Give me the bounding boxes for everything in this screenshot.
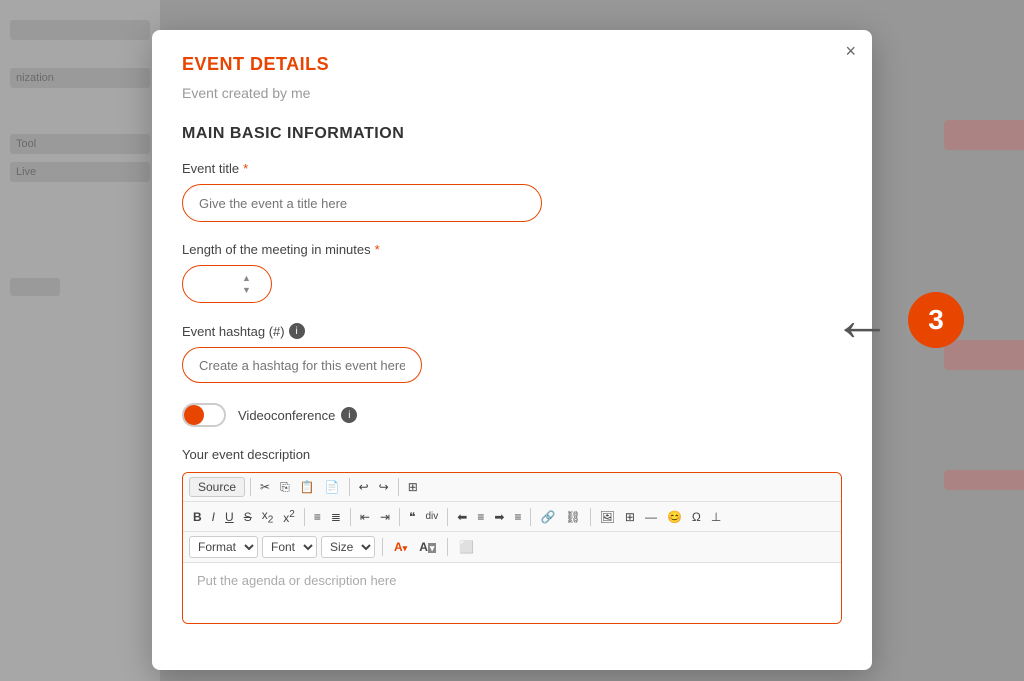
toolbar-divider1 (250, 478, 251, 496)
size-select[interactable]: Size (321, 536, 375, 558)
align-center-button[interactable]: ≡ (473, 508, 488, 526)
toolbar-divider3 (398, 478, 399, 496)
editor-content-area[interactable]: Put the agenda or description here (183, 563, 841, 623)
align-left-button[interactable]: ⬅ (453, 508, 471, 526)
toolbar-divider4 (304, 508, 305, 526)
toolbar-divider11 (447, 538, 448, 556)
undo-button[interactable]: ↩ (355, 478, 373, 496)
modal-close-button[interactable]: × (845, 42, 856, 60)
underline-button[interactable]: U (221, 508, 238, 526)
event-title-required: * (243, 161, 248, 176)
table-button[interactable]: ⊞ (621, 508, 639, 526)
meeting-length-spinner: ▲ ▼ (241, 273, 252, 296)
event-details-modal: × EVENT DETAILS Event created by me MAIN… (152, 30, 872, 670)
copy-button[interactable]: ⎘ (276, 478, 294, 497)
bold-button[interactable]: B (189, 508, 206, 526)
modal-overlay: × EVENT DETAILS Event created by me MAIN… (0, 0, 1024, 681)
description-field-group: Your event description Source ✂ ⎘ 📋 📄 ↩ … (182, 447, 842, 624)
text-color-button[interactable]: A▾ (390, 538, 411, 556)
ordered-list-button[interactable]: ≡ (310, 508, 325, 526)
hashtag-field-group: Event hashtag (#) i (182, 323, 842, 383)
toolbar-row2: B I U S x2 x2 ≡ ≣ ⇤ ⇥ ❝ div ⬅ (183, 502, 841, 532)
toolbar-divider2 (349, 478, 350, 496)
select-all-button[interactable]: ⊞ (404, 478, 422, 496)
rich-text-editor: Source ✂ ⎘ 📋 📄 ↩ ↪ ⊞ B I U (182, 472, 842, 624)
link-button[interactable]: 🔗 (536, 508, 559, 526)
image-button[interactable]: 🖼 (596, 508, 619, 526)
videoconference-toggle[interactable] (182, 403, 226, 427)
format-select[interactable]: Format (189, 536, 258, 558)
event-title-label: Event title * (182, 161, 842, 176)
description-label: Your event description (182, 447, 842, 462)
indent-button[interactable]: ⇥ (376, 508, 394, 526)
source-button[interactable]: Source (189, 477, 245, 497)
unordered-list-button[interactable]: ≣ (327, 508, 345, 526)
editor-placeholder: Put the agenda or description here (197, 573, 396, 588)
unlink-button[interactable]: ⛓ (561, 508, 584, 526)
outdent-button[interactable]: ⇤ (356, 508, 374, 526)
modal-title: EVENT DETAILS (182, 54, 842, 75)
meeting-length-input[interactable] (191, 277, 241, 292)
hashtag-input[interactable] (182, 347, 422, 383)
section-title-main: MAIN BASIC INFORMATION (182, 125, 842, 143)
subscript-button[interactable]: x2 (258, 506, 278, 527)
meeting-length-input-wrapper: ▲ ▼ (182, 265, 272, 303)
italic-button[interactable]: I (208, 508, 219, 526)
toggle-thumb (184, 405, 204, 425)
toolbar-divider7 (447, 508, 448, 526)
bg-color-button[interactable]: A▾ (415, 538, 440, 556)
toolbar-divider6 (399, 508, 400, 526)
hrule-button[interactable]: — (641, 508, 661, 526)
spinner-down-btn[interactable]: ▼ (241, 285, 252, 296)
toolbar-divider10 (382, 538, 383, 556)
redo-button[interactable]: ↪ (375, 478, 393, 496)
toolbar-divider9 (590, 508, 591, 526)
hashtag-label: Event hashtag (#) i (182, 323, 842, 339)
strikethrough-button[interactable]: S (240, 508, 256, 526)
blockquote-button[interactable]: ❝ (405, 508, 419, 526)
event-title-field-group: Event title * (182, 161, 842, 222)
toolbar-row1: Source ✂ ⎘ 📋 📄 ↩ ↪ ⊞ (183, 473, 841, 502)
meeting-length-field-group: Length of the meeting in minutes * ▲ ▼ (182, 242, 842, 303)
toolbar-divider8 (530, 508, 531, 526)
toggle-track (182, 403, 226, 427)
meeting-length-required: * (375, 242, 380, 257)
toolbar-divider5 (350, 508, 351, 526)
paste-word-button[interactable]: 📄 (321, 478, 344, 496)
div-button[interactable]: div (422, 509, 443, 524)
pagebreak-button[interactable]: ⊥ (707, 508, 725, 526)
font-select[interactable]: Font (262, 536, 317, 558)
videoconference-label: Videoconference i (238, 407, 357, 423)
spinner-up-btn[interactable]: ▲ (241, 273, 252, 284)
toolbar-row3: Format Font Size A▾ A▾ ⬜ (183, 532, 841, 563)
align-right-button[interactable]: ➡ (490, 508, 508, 526)
paste-button[interactable]: 📋 (296, 478, 319, 496)
hashtag-info-icon[interactable]: i (289, 323, 305, 339)
special-char-button[interactable]: Ω (688, 508, 705, 526)
smiley-button[interactable]: 😊 (663, 508, 686, 526)
meeting-length-label: Length of the meeting in minutes * (182, 242, 842, 257)
cut-button[interactable]: ✂ (256, 478, 274, 496)
superscript-button[interactable]: x2 (279, 507, 299, 527)
videoconference-row: Videoconference i (182, 403, 842, 427)
videoconference-info-icon[interactable]: i (341, 407, 357, 423)
modal-subtitle: Event created by me (182, 85, 842, 101)
maximize-button[interactable]: ⬜ (455, 538, 478, 556)
align-justify-button[interactable]: ≡ (510, 508, 525, 526)
event-title-input[interactable] (182, 184, 542, 222)
